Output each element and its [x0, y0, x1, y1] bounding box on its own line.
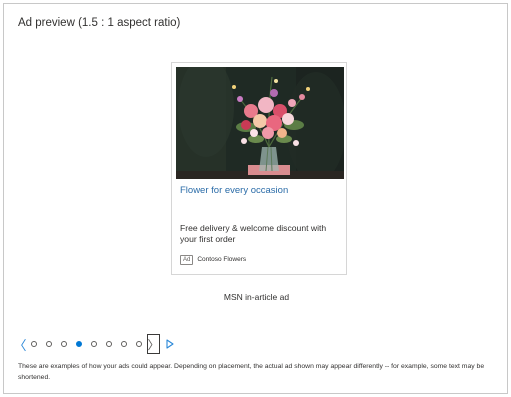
- advertiser-name: Contoso Flowers: [197, 256, 247, 263]
- panel-title: Ad preview (1.5 : 1 aspect ratio): [18, 17, 181, 29]
- play-icon[interactable]: [164, 334, 176, 354]
- chevron-right-icon[interactable]: 〉: [147, 334, 160, 354]
- ad-footer: Ad Contoso Flowers: [180, 254, 246, 265]
- pager-dot-2[interactable]: [45, 341, 52, 347]
- pager-dot-6[interactable]: [105, 341, 112, 347]
- chevron-left-icon[interactable]: 〈: [14, 334, 27, 354]
- ad-preview-panel: Ad preview (1.5 : 1 aspect ratio) Flower…: [3, 3, 508, 394]
- preview-disclaimer: These are examples of how your ads could…: [18, 363, 485, 381]
- flower-bouquet-image: [176, 67, 344, 179]
- ad-headline[interactable]: Flower for every occasion: [180, 185, 340, 196]
- pager-dot-8[interactable]: [135, 341, 142, 347]
- ad-description: Free delivery & welcome discount with yo…: [180, 223, 327, 244]
- placement-label: MSN in-article ad: [223, 292, 290, 302]
- pager-dot-7[interactable]: [120, 341, 127, 347]
- pager-dot-4[interactable]: [75, 341, 82, 347]
- ad-preview-card: Flower for every occasion Free delivery …: [171, 62, 347, 275]
- pager-dot-3[interactable]: [60, 341, 67, 347]
- pager-dot-5[interactable]: [90, 341, 97, 347]
- pager-dot-1[interactable]: [30, 341, 37, 347]
- ad-badge: Ad: [180, 254, 194, 265]
- preview-pager: 〈 〉: [14, 334, 176, 354]
